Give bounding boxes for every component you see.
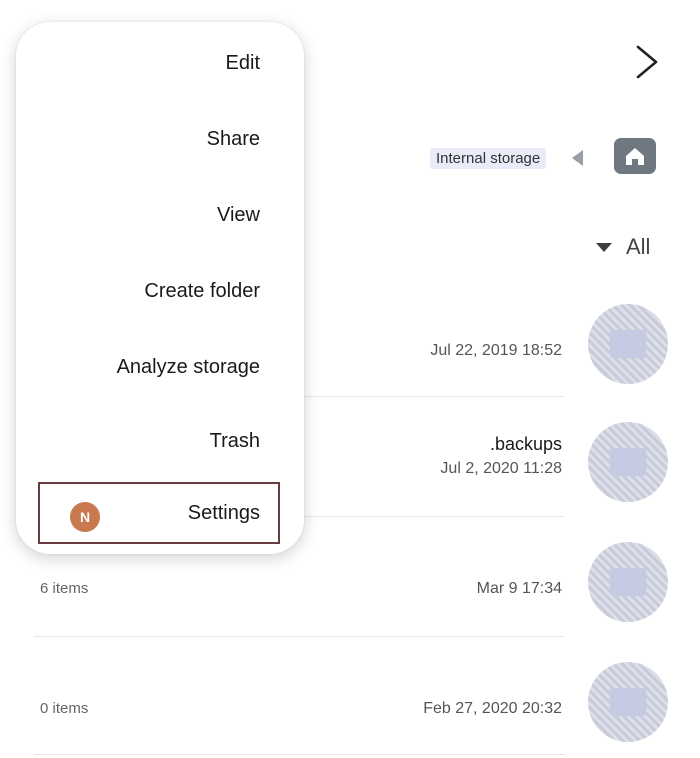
home-button[interactable] [614,138,656,174]
folder-date: Feb 27, 2020 20:32 [423,700,562,717]
chevron-right-icon[interactable] [634,44,660,80]
folder-icon [588,542,668,622]
folder-date: Jul 22, 2019 18:52 [430,342,562,359]
folder-count: 6 items [40,580,89,597]
menu-item-share[interactable]: Share [207,128,260,151]
folder-icon [588,662,668,742]
new-badge: N [70,502,100,532]
folder-icon [588,304,668,384]
folder-icon [588,422,668,502]
home-icon [626,148,644,165]
menu-item-edit[interactable]: Edit [226,52,260,75]
breadcrumb: Internal storage [420,138,660,178]
breadcrumb-separator-icon [572,150,583,166]
menu-item-create-folder[interactable]: Create folder [144,280,260,303]
menu-item-view[interactable]: View [217,204,260,227]
folder-name: .backups [489,434,562,454]
menu-item-analyze-storage[interactable]: Analyze storage [117,356,260,379]
menu-item-trash[interactable]: Trash [210,430,260,453]
caret-down-icon [596,243,612,252]
folder-date: Mar 9 17:34 [476,580,562,597]
folder-date: Jul 2, 2020 11:28 [440,460,562,477]
breadcrumb-internal-storage[interactable]: Internal storage [430,148,547,169]
overflow-menu: Edit Share View Create folder Analyze st… [16,22,304,554]
menu-item-settings-label: Settings [187,502,260,524]
filter-dropdown[interactable]: All [594,234,664,264]
filter-label: All [626,234,651,259]
divider [34,636,564,637]
folder-count: 0 items [40,700,89,717]
menu-item-settings[interactable]: N Settings [38,482,280,544]
divider [34,754,564,755]
list-item[interactable]: Feb 27, 2020 20:32 0 items [0,648,700,758]
